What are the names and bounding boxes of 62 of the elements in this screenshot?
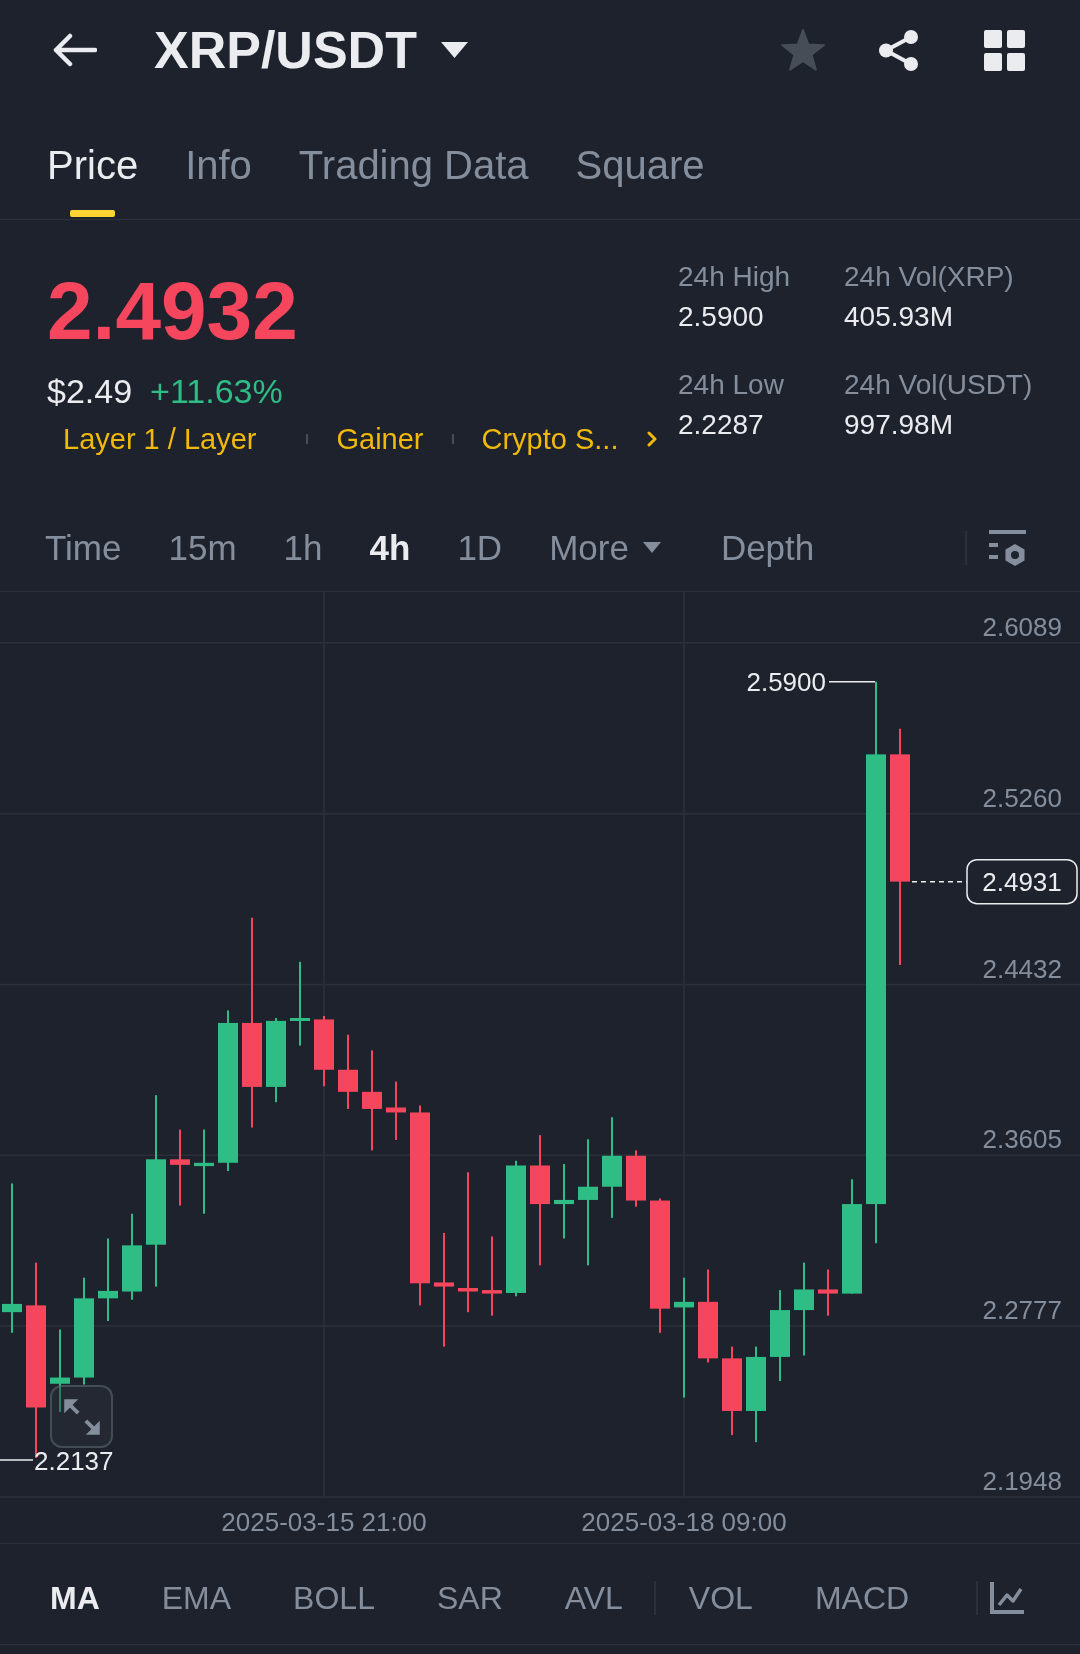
candlestick <box>314 1015 334 1087</box>
settings-icon[interactable] <box>989 529 1026 567</box>
stat-value: 2.5900 <box>678 300 764 334</box>
y-axis-label: 2.4432 <box>982 953 1062 984</box>
stat-label: 24h Low <box>678 368 784 402</box>
chevron-right-icon[interactable] <box>646 431 657 447</box>
chart-tab[interactable]: Depth <box>720 526 815 570</box>
chart-tab[interactable]: More <box>549 526 661 570</box>
indicator-tab[interactable]: SAR <box>436 1576 503 1620</box>
indicator-tab[interactable]: AVL <box>564 1576 623 1620</box>
expand-icon <box>62 1397 101 1436</box>
back-icon[interactable] <box>53 33 97 67</box>
last-price: 2.4932 <box>47 264 298 358</box>
stat-label: 24h Vol(USDT) <box>844 368 1033 402</box>
stat-value: 405.93M <box>844 300 953 334</box>
tab[interactable]: Price <box>47 100 139 219</box>
indicator-tab[interactable]: MACD <box>814 1576 910 1620</box>
share-icon[interactable] <box>877 28 920 72</box>
category-tag[interactable]: Gainer <box>336 419 424 459</box>
pair-selector[interactable]: XRP/USDT <box>154 20 468 80</box>
y-axis-label: 2.3605 <box>982 1124 1062 1155</box>
tab[interactable]: Square <box>575 100 705 219</box>
price-change: +11.63% <box>150 371 283 412</box>
candlestick <box>818 1269 838 1316</box>
leader-line <box>828 681 876 683</box>
line-chart-icon[interactable] <box>990 1582 1025 1614</box>
chart-tab[interactable]: 4h <box>369 526 411 570</box>
caret-icon <box>440 42 468 58</box>
x-axis-label: 2025-03-18 09:00 <box>581 1507 787 1537</box>
candlestick <box>626 1150 646 1207</box>
grid-icon[interactable] <box>984 29 1025 71</box>
y-axis-label: 2.6089 <box>982 611 1062 642</box>
category-tag[interactable]: Layer 1 / Layer <box>63 419 257 459</box>
tab[interactable]: Info <box>185 100 252 219</box>
indicator-tab[interactable]: BOLL <box>293 1576 375 1620</box>
indicator-tab[interactable]: VOL <box>688 1576 753 1620</box>
tab-underline <box>70 210 116 217</box>
leader-line <box>0 1459 34 1461</box>
stat-value: 997.98M <box>844 408 953 442</box>
y-axis-label: 2.1948 <box>982 1466 1062 1496</box>
indicator-tab[interactable]: EMA <box>161 1576 232 1620</box>
tab[interactable]: Trading Data <box>298 100 529 219</box>
x-axis-label: 2025-03-15 21:00 <box>221 1507 427 1537</box>
candlestick <box>386 1081 406 1140</box>
star-icon[interactable] <box>780 28 826 72</box>
indicator-tab[interactable]: MA <box>50 1576 100 1620</box>
chart-tab[interactable]: 1D <box>457 526 503 570</box>
chart-tab[interactable]: 1h <box>283 526 323 570</box>
high-price-label: 2.5900 <box>746 666 826 697</box>
usd-price: $2.49 <box>47 371 133 412</box>
chart-tab[interactable]: Time <box>45 526 122 570</box>
last-price-tag: 2.4931 <box>966 858 1078 905</box>
category-tag[interactable]: Crypto S... <box>481 419 619 459</box>
low-price-label: 2.2137 <box>34 1446 114 1476</box>
chart-tab[interactable]: 15m <box>168 526 237 570</box>
expand-button[interactable] <box>50 1385 113 1448</box>
stat-value: 2.2287 <box>678 408 764 442</box>
stat-label: 24h Vol(XRP) <box>844 260 1014 294</box>
caret-icon <box>642 542 661 554</box>
y-axis-label: 2.5260 <box>982 782 1062 813</box>
y-axis-label: 2.2777 <box>982 1295 1062 1325</box>
stat-label: 24h High <box>678 260 791 294</box>
